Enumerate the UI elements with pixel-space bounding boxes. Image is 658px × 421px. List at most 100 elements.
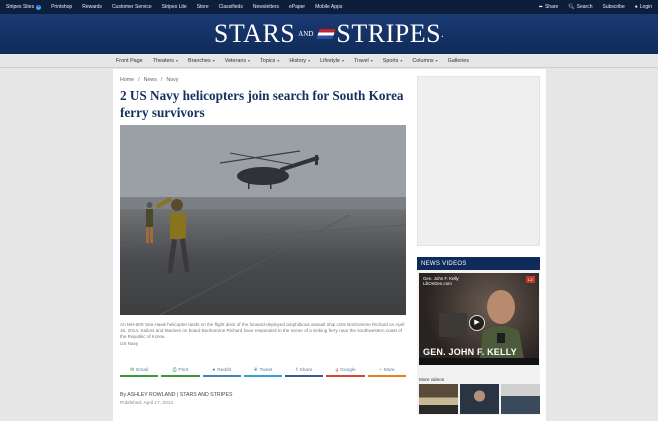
main-nav: Front Page Theaters ▾ Branches ▾ Veterans ▾ Top… — [114, 54, 544, 67]
share-button-label: Google — [340, 367, 356, 373]
video-thumbnail[interactable] — [501, 384, 540, 414]
share-button-label: More — [383, 367, 395, 373]
share-button[interactable]: ➦ Share — [539, 4, 559, 10]
share-reddit-button[interactable]: ● Reddit — [202, 365, 241, 377]
nav-item-label: Veterans — [224, 57, 247, 64]
masthead: STARS AND STRIPES . — [0, 14, 658, 54]
breadcrumb: Home / News / Navy — [120, 77, 178, 83]
google-icon: g — [335, 367, 339, 373]
nav-item-label: Travel — [353, 57, 369, 64]
news-videos-header: NEWS VIDEOS — [417, 257, 540, 270]
nav-item-travel[interactable]: Travel ▾ — [354, 58, 373, 64]
video-thumbnail[interactable] — [460, 384, 499, 414]
breadcrumb-separator: / — [160, 77, 163, 83]
flag-icon — [316, 29, 337, 39]
nav-item-branches[interactable]: Branches ▾ — [188, 58, 215, 64]
chevron-down-icon: ▾ — [341, 58, 344, 63]
nav-item-lifestyle[interactable]: Lifestyle ▾ — [320, 58, 344, 64]
plus-icon: + — [378, 367, 382, 373]
video-thumbnails — [419, 384, 540, 414]
logo-stripes: STRIPES — [336, 19, 442, 48]
share-button-label: Tweet — [259, 367, 273, 373]
nav-item-label: Sports — [382, 57, 399, 64]
play-button[interactable]: ▶ — [469, 315, 485, 331]
chevron-down-icon: ▾ — [400, 58, 403, 63]
nav-item-label: Topics — [260, 57, 276, 64]
twitter-icon: ❦ — [253, 367, 258, 373]
epaper-link[interactable]: ePaper — [289, 4, 305, 10]
nav-item-history[interactable]: History ▾ — [289, 58, 310, 64]
article-photo[interactable] — [120, 125, 406, 315]
plus-circle-icon: + — [36, 3, 42, 10]
search-icon: 🔍︎ — [568, 4, 575, 10]
nav-item-columns[interactable]: Columns ▾ — [412, 58, 437, 64]
envelope-icon: ✉ — [130, 367, 135, 373]
video-player[interactable]: Gen. John F. Kelly LiliOnDen.com LZ ▶ GE… — [419, 273, 539, 365]
nav-item-label: Galleries — [447, 57, 469, 64]
facebook-icon: f — [296, 367, 298, 373]
printshop-link[interactable]: Printshop — [51, 4, 72, 10]
share-google-button[interactable]: g Google — [326, 365, 365, 377]
login-label: Login — [639, 4, 652, 10]
share-button-label: Email — [136, 367, 149, 373]
site-logo[interactable]: STARS AND STRIPES . — [214, 19, 444, 49]
nav-item-label: Columns — [412, 57, 434, 64]
article-published-date: Published: April 17, 2014 — [120, 401, 174, 406]
share-button-label: Print — [178, 367, 189, 373]
logo-and: AND — [298, 30, 314, 38]
nav-item-label: Theaters — [152, 57, 174, 64]
share-icon: ➦ — [538, 4, 543, 10]
nav-item-galleries[interactable]: Galleries — [448, 58, 469, 64]
breadcrumb-separator: / — [138, 77, 140, 83]
rewards-link[interactable]: Rewards — [82, 4, 102, 10]
customer-service-link[interactable]: Customer Service — [112, 4, 152, 10]
breadcrumb-navy[interactable]: Navy — [166, 77, 178, 83]
photo-credit: US Navy — [120, 340, 139, 346]
photo-caption-text: An MH-60S Sea Hawk helicopter lands on t… — [120, 322, 405, 340]
store-link[interactable]: Store — [197, 4, 209, 10]
printer-icon: ⎙ — [172, 368, 177, 373]
nav-item-veterans[interactable]: Veterans ▾ — [225, 58, 250, 64]
nav-item-front-page[interactable]: Front Page — [116, 58, 143, 64]
stripes-sites-menu[interactable]: Stripes Sites + — [6, 3, 42, 10]
chevron-down-icon: ▾ — [248, 58, 251, 63]
share-share-button[interactable]: f Share — [285, 365, 324, 377]
newsletters-link[interactable]: Newsletters — [253, 4, 279, 10]
stripes-sites-label: Stripes Sites — [6, 4, 35, 10]
login-button[interactable]: ● Login — [635, 4, 652, 10]
classifieds-link[interactable]: Classifieds — [219, 4, 243, 10]
share-button-label: Reddit — [217, 367, 232, 373]
share-button-label: Share — [299, 367, 313, 373]
breadcrumb-home[interactable]: Home — [120, 77, 134, 83]
top-utility-bar: Stripes Sites + Printshop Rewards Custome… — [0, 0, 658, 14]
stripes-lite-link[interactable]: Stripes Lite — [162, 4, 187, 10]
ad-placeholder — [417, 76, 540, 246]
mobile-apps-link[interactable]: Mobile Apps — [315, 4, 342, 10]
nav-item-topics[interactable]: Topics ▾ — [260, 58, 279, 64]
photo-caption: An MH-60S Sea Hawk helicopter lands on t… — [120, 322, 406, 347]
video-control-strip[interactable] — [419, 358, 539, 365]
search-button[interactable]: 🔍︎ Search — [568, 4, 592, 10]
nav-item-sports[interactable]: Sports ▾ — [383, 58, 403, 64]
nav-item-label: Branches — [187, 57, 211, 64]
nav-item-theaters[interactable]: Theaters ▾ — [153, 58, 178, 64]
video-thumbnail[interactable] — [419, 384, 458, 414]
article-headline: 2 US Navy helicopters join search for So… — [120, 88, 404, 120]
breadcrumb-news[interactable]: News — [144, 77, 157, 83]
chevron-down-icon: ▾ — [212, 58, 215, 63]
more-videos-label: More videos — [419, 377, 445, 382]
top-utility-links: Stripes Sites + Printshop Rewards Custome… — [6, 4, 342, 10]
share-bar: ✉ Email ⎙ Print ● Reddit ❦ Tweet f Share g Google + M… — [120, 365, 406, 377]
share-email-button[interactable]: ✉ Email — [120, 365, 159, 377]
chevron-down-icon: ▾ — [308, 58, 311, 63]
share-more-button[interactable]: + More — [367, 365, 406, 377]
nav-item-label: History — [289, 57, 307, 64]
subscribe-link[interactable]: Subscribe — [603, 4, 625, 10]
news-videos-widget: NEWS VIDEOS Gen. John F. Kelly LiliOnDen… — [417, 257, 540, 415]
share-tweet-button[interactable]: ❦ Tweet — [243, 365, 283, 377]
chevron-down-icon: ▾ — [175, 58, 178, 63]
helicopter-photo-illustration — [120, 125, 406, 315]
share-print-button[interactable]: ⎙ Print — [161, 365, 200, 377]
nav-item-label: Lifestyle — [320, 57, 340, 64]
logo-mark: . — [441, 28, 445, 40]
